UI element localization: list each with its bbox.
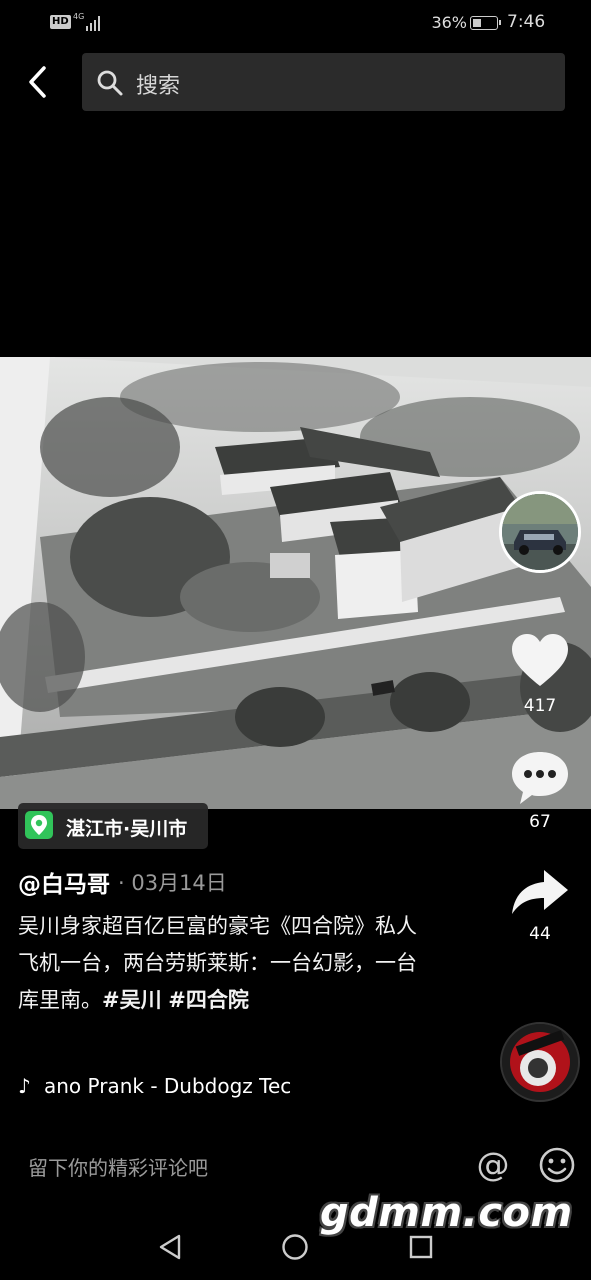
like-count: 417	[523, 696, 557, 716]
back-button[interactable]	[24, 62, 54, 102]
video-frame[interactable]	[0, 357, 591, 809]
share-arrow-icon	[512, 870, 568, 914]
square-recents-icon	[409, 1235, 433, 1259]
search-bar[interactable]: 搜索	[82, 53, 565, 111]
hd-indicator: HD	[50, 15, 71, 29]
like-button[interactable]	[510, 632, 570, 688]
nav-recents-button[interactable]	[409, 1235, 433, 1259]
search-placeholder: 搜索	[136, 74, 181, 99]
comment-bubble-icon	[512, 752, 568, 804]
music-note-icon: ♪	[18, 1074, 31, 1098]
album-art-icon	[502, 1024, 578, 1100]
comment-button[interactable]	[510, 748, 570, 808]
location-pin-icon	[25, 811, 53, 839]
music-disc[interactable]	[500, 1022, 580, 1102]
battery-icon	[470, 16, 501, 30]
post-caption: 吴川身家超百亿巨富的豪宅《四合院》私人飞机一台，两台劳斯莱斯：一台幻影，一台库里…	[18, 908, 418, 1019]
heart-icon	[512, 634, 568, 686]
circle-home-icon	[282, 1234, 308, 1260]
mansion-aerial-image	[0, 357, 591, 809]
clock: 7:46	[507, 12, 546, 32]
share-button[interactable]	[510, 866, 570, 918]
hashtag-wuchuan[interactable]: #吴川	[102, 988, 162, 1012]
emoji-icon[interactable]	[538, 1146, 576, 1184]
network-indicator: 4G	[73, 12, 85, 21]
location-label: 湛江市·吴川市	[66, 818, 188, 840]
site-watermark: gdmm.com	[320, 1190, 573, 1236]
music-ticker[interactable]: ♪ ano Prank - Dubdogz Tec	[18, 1074, 318, 1102]
battery-percent: 36%	[431, 13, 467, 32]
car-avatar-image	[502, 494, 578, 570]
nav-back-button[interactable]	[155, 1232, 185, 1262]
comment-count: 67	[529, 812, 551, 832]
comment-input[interactable]: 留下你的精彩评论吧	[28, 1152, 208, 1181]
triangle-back-icon	[159, 1234, 181, 1260]
status-bar: HD 4G 36% 7:46	[0, 0, 591, 46]
author-name[interactable]: @白马哥	[18, 865, 110, 899]
music-title: ano Prank - Dubdogz Tec	[44, 1074, 292, 1098]
post-date: · 03月14日	[118, 871, 227, 895]
hashtag-siheyuan[interactable]: #四合院	[168, 988, 249, 1012]
signal-icon	[86, 13, 102, 31]
author-avatar[interactable]	[499, 491, 581, 573]
mention-icon[interactable]: @	[474, 1146, 512, 1184]
location-tag[interactable]: 湛江市·吴川市	[18, 803, 208, 849]
search-icon	[97, 70, 123, 96]
nav-home-button[interactable]	[281, 1233, 309, 1261]
share-count: 44	[529, 924, 551, 944]
chevron-left-icon	[29, 66, 46, 98]
